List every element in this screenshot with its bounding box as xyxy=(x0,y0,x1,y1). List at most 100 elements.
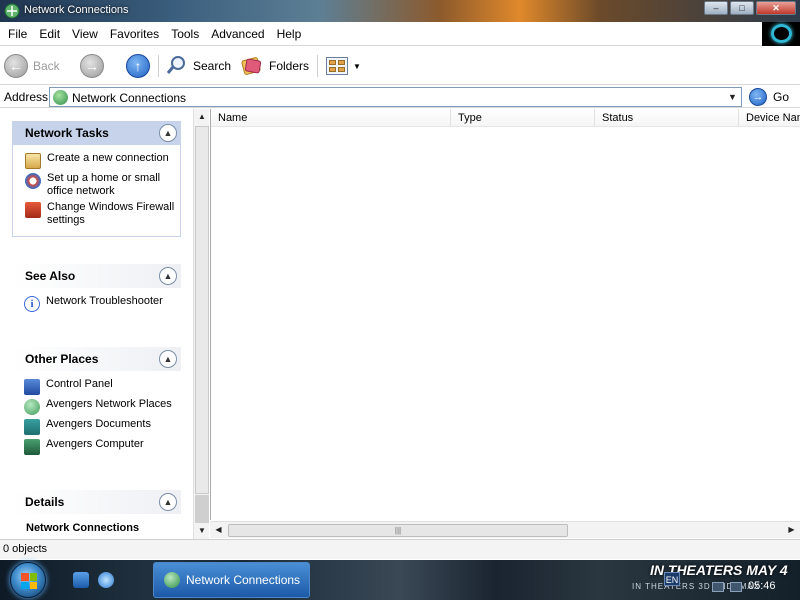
quick-launch-desktop-icon[interactable] xyxy=(73,572,89,588)
object-count: 0 objects xyxy=(3,543,48,555)
volume-tray-icon[interactable] xyxy=(730,582,742,592)
scroll-down-arrow-icon[interactable]: ▼ xyxy=(194,523,210,539)
details-name: Network Connections xyxy=(26,522,140,534)
scroll-right-arrow-icon[interactable]: ▶ xyxy=(783,522,800,539)
place-documents[interactable]: Avengers Documents xyxy=(24,418,181,435)
chevron-down-icon: ▼ xyxy=(353,61,361,71)
see-also-header[interactable]: See Also ▲ xyxy=(12,264,181,288)
views-button[interactable]: ▼ xyxy=(326,53,361,79)
windows-logo-icon xyxy=(21,573,37,589)
file-list[interactable]: Name Type Status Device Name xyxy=(210,109,800,520)
scrollbar-thumb[interactable]: ||| xyxy=(228,524,568,537)
column-header-name[interactable]: Name xyxy=(211,109,451,127)
up-button[interactable]: ↑ xyxy=(126,53,150,79)
back-label: Back xyxy=(33,59,60,73)
menu-advanced[interactable]: Advanced xyxy=(205,27,270,41)
task-create-connection[interactable]: Create a new connection xyxy=(25,152,180,169)
details-header[interactable]: Details ▲ xyxy=(12,490,181,514)
folders-label: Folders xyxy=(269,59,310,73)
windows-brand-logo xyxy=(762,22,800,46)
column-header-device-name[interactable]: Device Name xyxy=(739,109,800,127)
window-title: Network Connections xyxy=(24,4,129,16)
close-button[interactable]: ✕ xyxy=(756,1,796,15)
menu-file[interactable]: File xyxy=(2,27,33,41)
address-dropdown-button[interactable]: ▼ xyxy=(725,89,740,105)
toolbar-separator xyxy=(317,55,318,77)
up-arrow-icon: ↑ xyxy=(126,54,150,78)
task-firewall-settings[interactable]: Change Windows Firewall settings xyxy=(25,201,180,227)
back-button[interactable]: ← Back xyxy=(4,53,60,79)
folders-icon xyxy=(240,53,264,80)
scrollbar-thumb[interactable] xyxy=(195,126,209,494)
column-header-type[interactable]: Type xyxy=(451,109,595,127)
panel-title: Network Tasks xyxy=(25,126,109,140)
place-control-panel[interactable]: Control Panel xyxy=(24,378,181,395)
taskbar-button-label: Network Connections xyxy=(186,573,301,587)
taskbar: Network Connections IN THEATERS MAY 4 IN… xyxy=(0,560,800,600)
taskbar-button-network-connections[interactable]: Network Connections xyxy=(153,562,310,598)
address-input[interactable]: Network Connections ▼ xyxy=(49,87,742,107)
language-indicator[interactable]: EN xyxy=(664,572,680,586)
forward-arrow-icon: → xyxy=(80,54,104,78)
network-tasks-panel: Network Tasks ▲ Create a new connection … xyxy=(12,121,181,237)
clock[interactable]: 05:46 xyxy=(748,580,776,592)
scrollbar-track[interactable] xyxy=(195,495,209,523)
go-button[interactable]: → Go xyxy=(749,88,789,106)
folders-button[interactable]: Folders xyxy=(240,53,309,79)
task-home-network[interactable]: Set up a home or small office network xyxy=(25,172,180,198)
scroll-left-arrow-icon[interactable]: ◀ xyxy=(210,522,227,539)
scroll-up-arrow-icon[interactable]: ▲ xyxy=(194,109,210,125)
go-label: Go xyxy=(773,90,790,104)
menu-bar: File Edit View Favorites Tools Advanced … xyxy=(0,22,762,46)
task-pane: Network Tasks ▲ Create a new connection … xyxy=(0,109,193,539)
address-value: Network Connections xyxy=(72,91,187,105)
place-network-places[interactable]: Avengers Network Places xyxy=(24,398,181,415)
toolbar: ← Back → ↑ Search Folders ▼ xyxy=(0,47,800,85)
menu-help[interactable]: Help xyxy=(271,27,308,41)
task-pane-scrollbar[interactable]: ▲ ▼ xyxy=(193,109,209,539)
task-label: Change Windows Firewall settings xyxy=(47,201,175,226)
network-connections-icon xyxy=(53,90,68,105)
see-also-panel: See Also ▲ i Network Troubleshooter xyxy=(12,264,181,321)
info-icon: i xyxy=(24,296,40,312)
search-label: Search xyxy=(193,59,232,73)
task-label: Network Troubleshooter xyxy=(46,295,163,307)
control-panel-icon xyxy=(24,379,40,395)
network-tray-icon[interactable] xyxy=(712,582,724,592)
search-button[interactable]: Search xyxy=(166,53,231,79)
panel-title: Other Places xyxy=(25,352,99,366)
forward-button[interactable]: → xyxy=(80,53,104,79)
menu-tools[interactable]: Tools xyxy=(165,27,205,41)
chevron-up-icon[interactable]: ▲ xyxy=(159,124,177,142)
chevron-up-icon[interactable]: ▲ xyxy=(159,267,177,285)
chevron-up-icon[interactable]: ▲ xyxy=(159,493,177,511)
start-button[interactable] xyxy=(10,562,46,598)
computer-icon xyxy=(24,439,40,455)
minimize-button[interactable]: – xyxy=(704,1,728,15)
place-label: Control Panel xyxy=(46,378,113,390)
firewall-icon xyxy=(25,202,41,218)
chevron-up-icon[interactable]: ▲ xyxy=(159,350,177,368)
file-list-scrollbar[interactable]: ◀ ||| ▶ xyxy=(210,521,800,538)
column-header-status[interactable]: Status xyxy=(595,109,739,127)
column-headers: Name Type Status Device Name xyxy=(211,109,800,127)
place-computer[interactable]: Avengers Computer xyxy=(24,438,181,455)
panel-title: See Also xyxy=(25,269,76,283)
task-network-troubleshooter[interactable]: i Network Troubleshooter xyxy=(24,295,181,312)
documents-icon xyxy=(24,419,40,435)
maximize-button[interactable]: □ xyxy=(730,1,754,15)
task-label: Create a new connection xyxy=(47,152,169,164)
other-places-panel: Other Places ▲ Control Panel Avengers Ne… xyxy=(12,347,181,464)
other-places-header[interactable]: Other Places ▲ xyxy=(12,347,181,371)
place-label: Avengers Computer xyxy=(46,438,144,450)
menu-view[interactable]: View xyxy=(66,27,104,41)
menu-favorites[interactable]: Favorites xyxy=(104,27,165,41)
new-connection-icon xyxy=(25,153,41,169)
quick-launch-browser-icon[interactable] xyxy=(98,572,114,588)
toolbar-separator xyxy=(158,55,159,77)
go-arrow-icon: → xyxy=(749,88,767,106)
network-places-icon xyxy=(24,399,40,415)
search-icon xyxy=(166,54,188,79)
network-tasks-header[interactable]: Network Tasks ▲ xyxy=(12,121,181,145)
menu-edit[interactable]: Edit xyxy=(33,27,66,41)
